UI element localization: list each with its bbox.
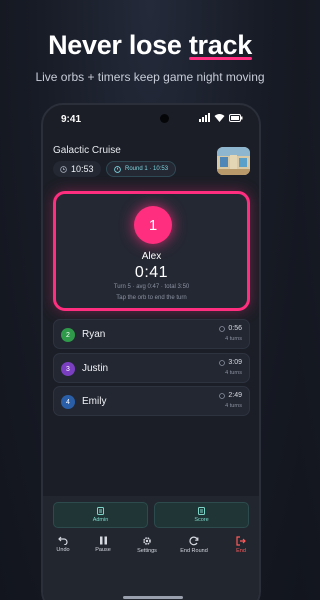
active-turn-timer: 0:41 bbox=[134, 264, 169, 281]
player-number: 4 bbox=[66, 398, 70, 406]
player-row[interactable]: 2 Ryan 0:56 4 turns bbox=[53, 319, 250, 349]
player-orb: 4 bbox=[61, 395, 75, 409]
battery-icon bbox=[229, 113, 243, 122]
gesture-bar bbox=[123, 596, 183, 599]
player-name: Ryan bbox=[82, 329, 106, 340]
player-row[interactable]: 3 Justin 3:09 4 turns bbox=[53, 353, 250, 383]
end-label: End bbox=[236, 548, 246, 554]
undo-icon bbox=[58, 536, 68, 545]
player-orb: 2 bbox=[61, 328, 75, 342]
score-label: Score bbox=[194, 517, 209, 523]
player-time: 0:56 bbox=[219, 325, 242, 332]
undo-button[interactable]: Undo bbox=[43, 536, 83, 553]
round-label: Round 1 · 10:53 bbox=[125, 166, 169, 172]
player-time: 3:09 bbox=[219, 359, 242, 366]
refresh-icon bbox=[189, 536, 199, 546]
player-time-value: 0:56 bbox=[228, 325, 242, 332]
headline-highlight: track bbox=[188, 30, 252, 60]
game-title: Galactic Cruise bbox=[53, 145, 121, 156]
active-turn-stats: Turn 5 · avg 0:47 · total 3:50 bbox=[113, 284, 190, 290]
pause-icon bbox=[99, 536, 107, 545]
admin-label: Admin bbox=[92, 517, 109, 523]
pause-label: Pause bbox=[95, 547, 111, 553]
game-clock-pill: 10:53 bbox=[53, 161, 101, 177]
settings-button[interactable]: Settings bbox=[127, 536, 167, 554]
player-name: Emily bbox=[82, 396, 107, 407]
status-time: 9:41 bbox=[61, 114, 82, 125]
phone-frame: 9:41 Galactic Cruise 10:53 Round 1 · 10:… bbox=[41, 103, 261, 600]
subline: Live orbs + timers keep game night movin… bbox=[35, 70, 265, 84]
active-player-card[interactable]: 1 Alex 0:41 Turn 5 · avg 0:47 · total 3:… bbox=[53, 191, 250, 311]
camera-dot bbox=[160, 114, 169, 123]
headline: Never lose track bbox=[0, 30, 300, 61]
player-number: 2 bbox=[66, 331, 70, 339]
player-number: 3 bbox=[66, 365, 70, 373]
document-icon bbox=[97, 507, 104, 515]
timer-icon bbox=[114, 165, 121, 173]
player-turns: 4 turns bbox=[225, 370, 242, 376]
bottom-panel: Admin Score Undo Pause Settings End Roun… bbox=[43, 496, 259, 600]
player-turns: 4 turns bbox=[225, 403, 242, 409]
player-time-value: 2:49 bbox=[228, 392, 242, 399]
player-time: 2:49 bbox=[219, 392, 242, 399]
gear-icon bbox=[143, 537, 151, 545]
player-turns: 4 turns bbox=[225, 336, 242, 342]
signal-icon bbox=[199, 113, 210, 122]
round-pill[interactable]: Round 1 · 10:53 bbox=[106, 161, 177, 177]
document-icon bbox=[198, 507, 205, 515]
end-round-label: End Round bbox=[180, 548, 208, 554]
active-orb-number: 1 bbox=[148, 216, 158, 234]
wifi-icon bbox=[214, 114, 225, 122]
undo-label: Undo bbox=[56, 547, 70, 553]
player-row[interactable]: 4 Emily 2:49 4 turns bbox=[53, 386, 250, 416]
active-turn-hint: Tap the orb to end the turn bbox=[116, 295, 187, 301]
settings-label: Settings bbox=[137, 548, 157, 554]
status-bar: 9:41 bbox=[59, 113, 243, 127]
game-thumbnail[interactable] bbox=[217, 147, 250, 175]
end-round-button[interactable]: End Round bbox=[174, 536, 214, 554]
admin-button[interactable]: Admin bbox=[53, 502, 148, 528]
clock-icon bbox=[219, 392, 226, 399]
player-time-value: 3:09 bbox=[228, 359, 242, 366]
clock-icon bbox=[219, 359, 226, 366]
player-name: Justin bbox=[82, 363, 109, 374]
score-button[interactable]: Score bbox=[154, 502, 249, 528]
game-clock: 10:53 bbox=[71, 164, 94, 174]
player-orb: 3 bbox=[61, 362, 75, 376]
end-button[interactable]: End bbox=[221, 536, 259, 554]
active-player-orb[interactable]: 1 bbox=[134, 206, 172, 244]
pause-button[interactable]: Pause bbox=[83, 536, 123, 553]
clock-icon bbox=[60, 165, 67, 173]
active-player-name: Alex bbox=[141, 251, 162, 262]
headline-prefix: Never lose bbox=[48, 30, 189, 60]
clock-icon bbox=[219, 325, 226, 332]
exit-icon bbox=[236, 536, 246, 546]
